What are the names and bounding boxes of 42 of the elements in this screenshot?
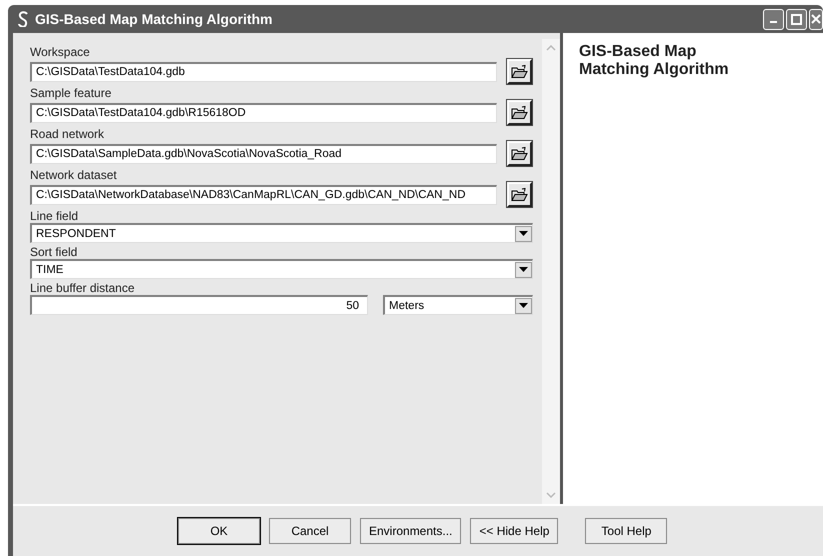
distance-field[interactable]: 50 [30,295,368,315]
dialog-button[interactable]: << Hide Help [470,518,558,544]
dialog-button[interactable]: Environments... [360,518,462,544]
maximize-icon [791,14,802,24]
dropdown-arrow-icon [519,267,528,272]
open-folder-icon [511,64,528,78]
dialog-button[interactable]: Cancel [269,518,351,544]
minimize-button[interactable] [763,8,784,30]
dropdown-field[interactable]: TIME [30,259,533,279]
parameter-label: Network dataset [30,168,118,182]
scrollbar[interactable] [542,39,560,504]
path-field[interactable]: C:\GISData\NetworkDatabase\NAD83\CanMapRL\CAN_GD.gdb\CAN_ND\CAN_ND [30,184,497,204]
path-field[interactable]: C:\GISData\TestData104.gdb\R15618OD [30,102,497,122]
dialog-button[interactable]: OK [178,518,260,544]
dropdown-arrow-icon [519,231,528,236]
dropdown-arrow-icon [519,303,528,308]
unit-dropdown[interactable]: Meters [383,295,533,315]
scroll-up-icon [546,45,556,51]
dropdown-field[interactable]: RESPONDENT [30,223,533,243]
parameter-label: Workspace [30,45,91,59]
close-button[interactable] [809,8,823,30]
browse-button[interactable] [507,141,532,166]
browse-button[interactable] [507,182,532,207]
maximize-button[interactable] [786,8,807,30]
open-folder-icon [511,146,528,160]
path-field[interactable]: C:\GISData\SampleData.gdb\NovaScotia\NovaScotia_Road [30,144,497,164]
browse-button[interactable] [507,100,532,125]
dialog-button[interactable]: Tool Help [585,518,668,544]
parameter-label: Road network [30,127,106,141]
parameter-label: Line field [30,209,80,223]
scroll-down-icon [546,492,556,498]
browse-button[interactable] [507,59,532,84]
help-title: GIS-Based Map Matching Algorithm [579,43,730,80]
parameter-label: Line buffer distance [30,281,136,295]
script-icon [17,11,29,27]
parameter-label: Sort field [30,245,78,259]
open-folder-icon [511,188,528,202]
parameter-label: Sample feature [30,86,112,100]
close-icon [811,14,821,24]
window-title: GIS-Based Map Matching Algorithm [35,11,272,27]
open-folder-icon [511,106,528,120]
path-field[interactable]: C:\GISData\TestData104.gdb [30,62,497,82]
